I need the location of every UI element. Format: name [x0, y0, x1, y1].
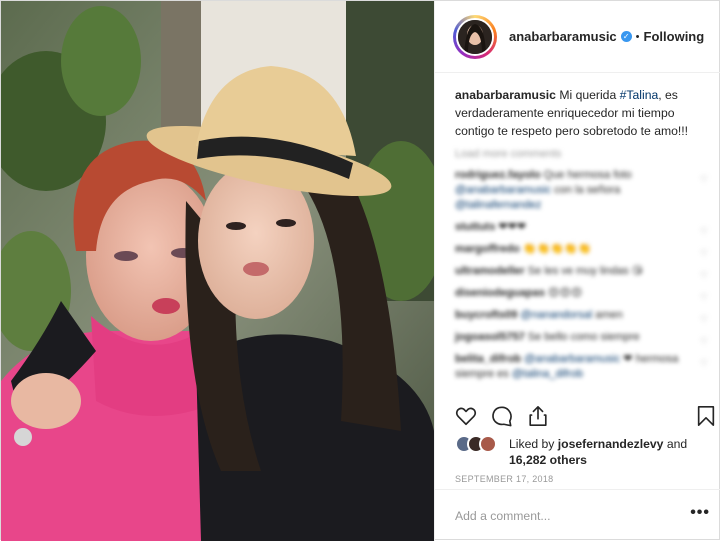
share-icon[interactable]: [527, 405, 549, 427]
comment-like-icon[interactable]: ♡: [700, 246, 708, 261]
likes-others-link[interactable]: 16,282 others: [509, 453, 587, 467]
heart-icon[interactable]: [455, 405, 477, 427]
header-username[interactable]: anabarbaramusic: [509, 29, 617, 44]
comments-section: anabarbaramusic Mi querida #Talina, es v…: [435, 74, 720, 397]
likes-text: Liked by josefernandezlevy and 16,282 ot…: [509, 436, 709, 468]
comment-like-icon[interactable]: ♡: [700, 356, 708, 371]
comment-row: belita_difrob @anabarbaramusic ❤ hermosa…: [455, 352, 708, 382]
comment-like-icon[interactable]: ♡: [700, 334, 708, 349]
comment-mention[interactable]: @anabarbaramusic: [455, 184, 551, 196]
liker-username[interactable]: josefernandezlevy: [558, 437, 664, 451]
comment-row: ultramodeller Se les ve muy lindas 😘 ♡: [455, 264, 708, 280]
comment-like-icon[interactable]: ♡: [700, 172, 708, 187]
comment-text: 👏👏👏👏👏: [519, 243, 592, 255]
caption-hashtag[interactable]: #Talina: [620, 88, 659, 102]
more-options-button[interactable]: •••: [690, 504, 710, 522]
avatar-image: [458, 19, 492, 54]
comment-text: Que hermosa foto: [540, 169, 632, 181]
add-comment-bar: •••: [435, 489, 720, 541]
comment-like-icon[interactable]: ♡: [700, 290, 708, 305]
comment-like-icon[interactable]: ♡: [700, 224, 708, 239]
liker-avatars[interactable]: [455, 435, 505, 453]
comment-mention-2[interactable]: @talinafernandez: [455, 199, 541, 211]
comment-username[interactable]: ultramodeller: [455, 265, 525, 277]
selfie-image: [1, 1, 434, 541]
comment-like-icon[interactable]: ♡: [700, 312, 708, 327]
liker-avatar: [479, 435, 497, 453]
header-separator: •: [635, 30, 640, 43]
caption-username[interactable]: anabarbaramusic: [455, 88, 556, 102]
comment-username[interactable]: jogoasol5757: [455, 331, 525, 343]
story-ring[interactable]: [453, 14, 497, 59]
action-bar: [435, 397, 720, 435]
likes-mid: and: [663, 437, 688, 451]
comment-row: jogoasol5757 Se bello como siempre ♡: [455, 330, 708, 346]
post-sidebar: anabarbaramusic ✓ • Following anabarbara…: [434, 1, 720, 541]
likes-prefix: Liked by: [509, 437, 558, 451]
post-photo[interactable]: [1, 1, 434, 541]
comment-text: Se les ve muy lindas 😘: [524, 265, 644, 277]
comment-username[interactable]: stuttuts: [455, 221, 495, 233]
comment-mention-2[interactable]: @talina_difrob: [512, 368, 583, 380]
comment-text: 😍😍😍: [544, 287, 583, 299]
comment-row: buycrofts09 @nanandorsal amen ♡: [455, 308, 708, 324]
comment-username[interactable]: margoffredo: [455, 243, 520, 255]
instagram-post: anabarbaramusic ✓ • Following anabarbara…: [0, 0, 720, 541]
comment-text: Se bello como siempre: [524, 331, 640, 343]
comment-username[interactable]: diseniodeguapas: [455, 287, 545, 299]
verified-badge-icon: ✓: [620, 31, 632, 42]
comment-username[interactable]: belita_difrob: [455, 353, 521, 365]
comment-rows: rodriguez.fayolo Que hermosa foto @anaba…: [455, 168, 708, 382]
comment-row: stuttuts ❤❤❤ ♡: [455, 220, 708, 236]
following-button[interactable]: Following: [644, 29, 705, 44]
comment-input[interactable]: [455, 506, 675, 526]
likes-summary: Liked by josefernandezlevy and 16,282 ot…: [455, 435, 715, 471]
post-date[interactable]: SEPTEMBER 17, 2018: [455, 474, 553, 484]
comment-text-2: amen: [592, 309, 623, 321]
avatar[interactable]: [456, 17, 494, 56]
comment-username[interactable]: rodriguez.fayolo: [455, 169, 541, 181]
comment-row: diseniodeguapas 😍😍😍 ♡: [455, 286, 708, 302]
comment-row: margoffredo 👏👏👏👏👏 ♡: [455, 242, 708, 258]
comment-mention[interactable]: @nanandorsal: [520, 309, 592, 321]
comment-like-icon[interactable]: ♡: [700, 268, 708, 283]
comment-username[interactable]: buycrofts09: [455, 309, 517, 321]
comment-text: ❤❤❤: [495, 221, 527, 233]
comment-list: Load more comments rodriguez.fayolo Que …: [455, 148, 708, 382]
bookmark-icon[interactable]: [695, 405, 717, 427]
comment-icon[interactable]: [491, 405, 513, 427]
load-more-comments[interactable]: Load more comments: [455, 148, 704, 160]
caption-text-before: Mi querida: [555, 88, 620, 102]
comment-mention[interactable]: @anabarbaramusic: [524, 353, 620, 365]
post-header: anabarbaramusic ✓ • Following: [435, 1, 720, 73]
comment-row: rodriguez.fayolo Que hermosa foto @anaba…: [455, 168, 708, 213]
post-caption: anabarbaramusic Mi querida #Talina, es v…: [455, 86, 705, 140]
comment-text-2: con la señora: [551, 184, 621, 196]
